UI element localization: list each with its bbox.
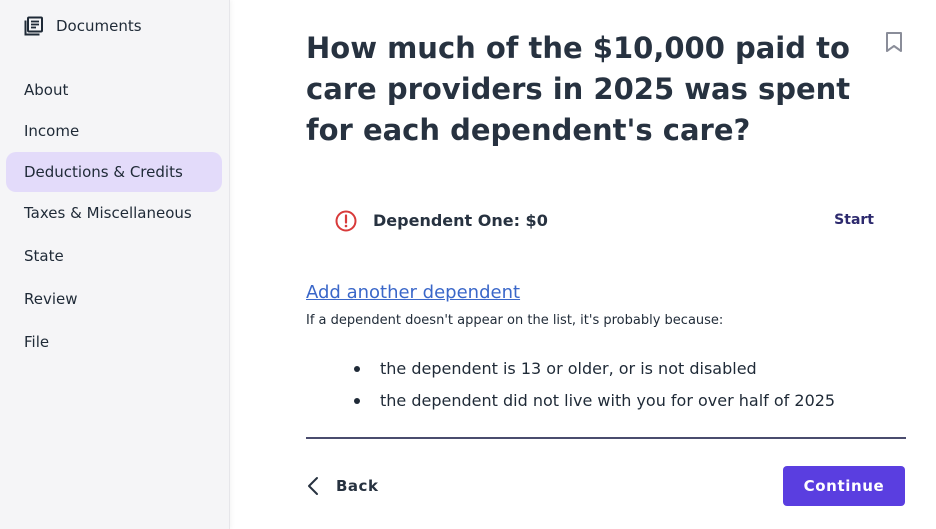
- sidebar-item-label: About: [24, 81, 69, 99]
- sidebar-item-deductions-credits[interactable]: Deductions & Credits: [6, 152, 222, 192]
- sidebar-item-label: State: [24, 247, 64, 265]
- info-text: If a dependent doesn't appear on the lis…: [306, 313, 724, 328]
- dependent-label: Dependent One: $0: [373, 211, 548, 230]
- dependent-row: Dependent One: $0 Start: [306, 200, 906, 242]
- documents-label: Documents: [56, 17, 142, 35]
- sidebar-item-label: Review: [24, 290, 78, 308]
- documents-icon: [24, 16, 43, 36]
- sidebar-item-income[interactable]: Income: [6, 111, 222, 151]
- sidebar-item-label: Deductions & Credits: [24, 163, 183, 181]
- start-button[interactable]: Start: [834, 212, 874, 228]
- sidebar-item-file[interactable]: File: [6, 322, 222, 362]
- list-item: the dependent is 13 or older, or is not …: [306, 358, 835, 390]
- sidebar-item-taxes-miscellaneous[interactable]: Taxes & Miscellaneous: [6, 193, 222, 233]
- continue-button[interactable]: Continue: [783, 466, 905, 506]
- bookmark-icon[interactable]: [884, 31, 904, 53]
- page-title: How much of the $10,000 paid to care pro…: [306, 31, 851, 147]
- sidebar-item-label: File: [24, 333, 50, 351]
- add-dependent-link[interactable]: Add another dependent: [306, 282, 520, 303]
- sidebar-item-label: Taxes & Miscellaneous: [24, 204, 192, 222]
- back-button[interactable]: Back: [306, 475, 378, 497]
- chevron-left-icon: [308, 477, 318, 495]
- sidebar: Documents About Income Deductions & Cred…: [0, 0, 230, 529]
- sidebar-item-review[interactable]: Review: [6, 279, 222, 319]
- sidebar-item-label: Income: [24, 122, 80, 140]
- list-item: the dependent did not live with you for …: [306, 390, 835, 422]
- documents-link[interactable]: Documents: [24, 15, 142, 37]
- reasons-list: the dependent is 13 or older, or is not …: [306, 358, 835, 422]
- back-label: Back: [336, 477, 379, 495]
- sidebar-item-state[interactable]: State: [6, 236, 222, 276]
- alert-circle-icon: [335, 210, 357, 232]
- sidebar-item-about[interactable]: About: [6, 70, 222, 110]
- divider: [306, 437, 906, 439]
